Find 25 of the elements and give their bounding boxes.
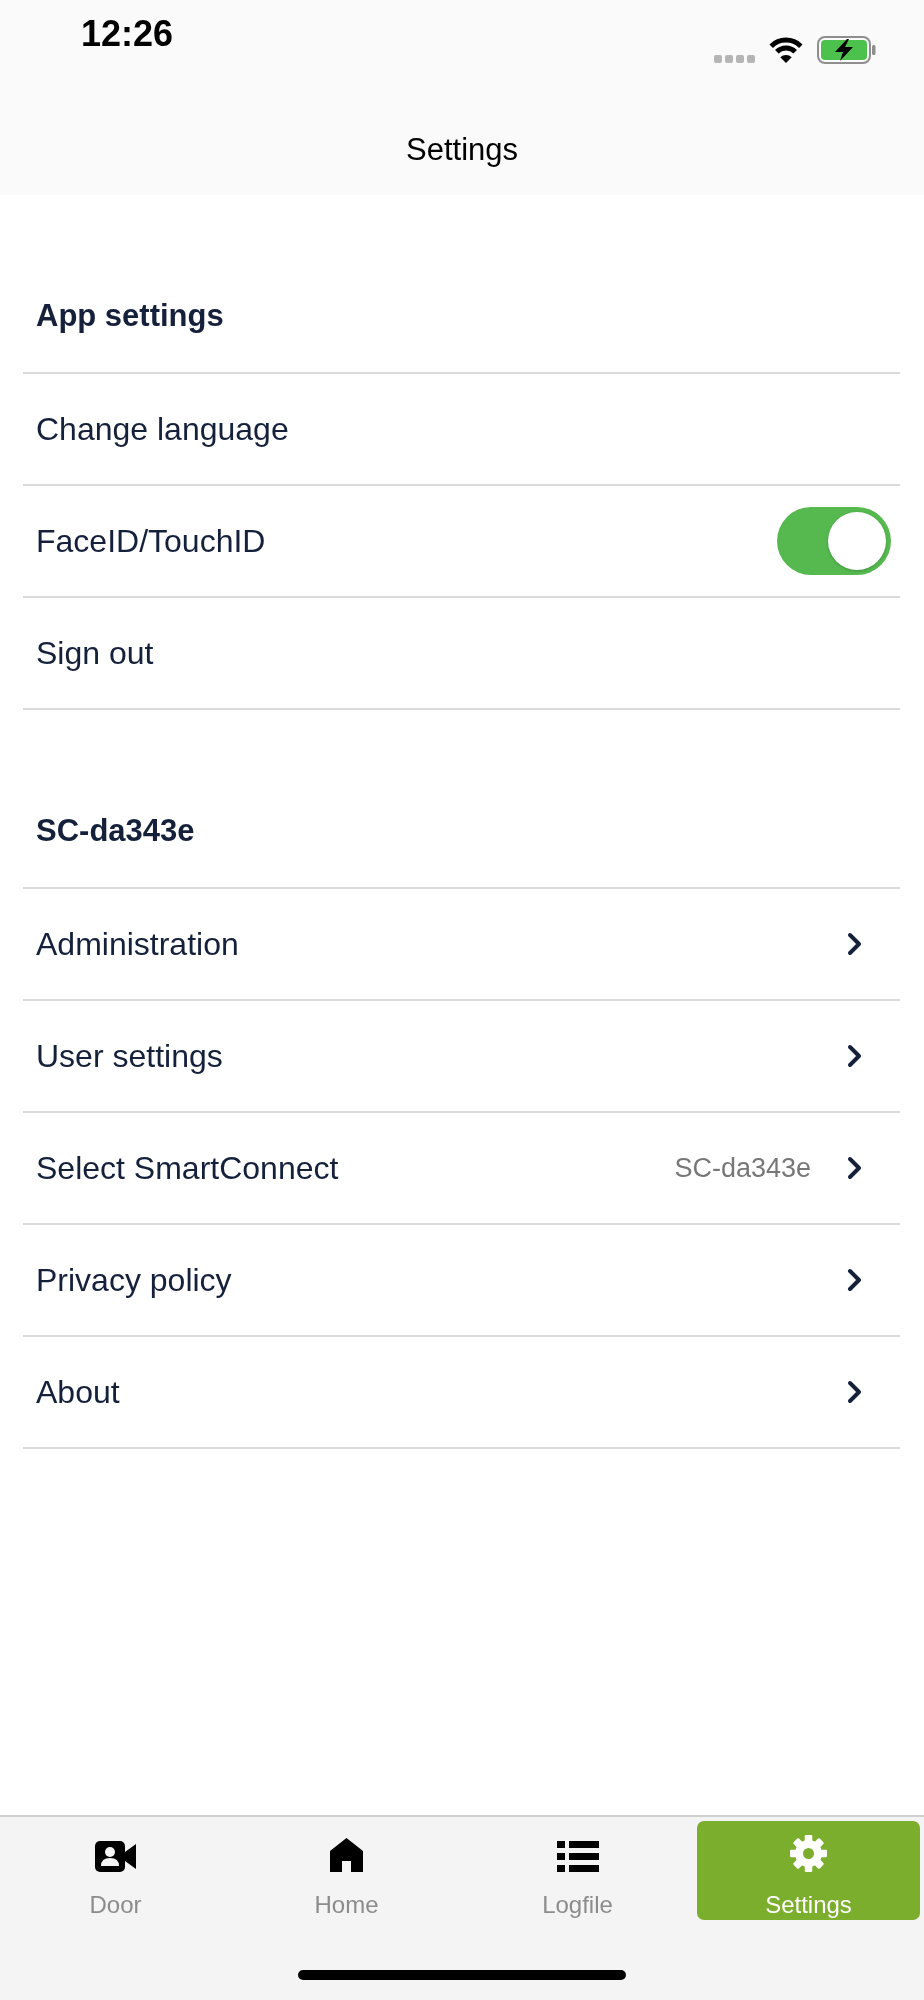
chevron-right-icon bbox=[847, 932, 862, 956]
status-time: 12:26 bbox=[81, 13, 174, 55]
signal-icon bbox=[714, 55, 755, 63]
current-value-text: SC-da343e bbox=[674, 1152, 811, 1185]
menu-item[interactable]: Administration bbox=[23, 889, 900, 999]
menu-item[interactable]: About bbox=[23, 1337, 900, 1447]
battery-charging-icon bbox=[817, 36, 876, 64]
setting-label: FaceID/TouchID bbox=[36, 522, 266, 561]
menu-item[interactable]: Select SmartConnect SC-da343e bbox=[23, 1113, 900, 1223]
menu-item[interactable]: Sign out bbox=[23, 598, 900, 708]
list-icon bbox=[556, 1841, 599, 1872]
home-icon bbox=[330, 1838, 363, 1872]
video-camera-icon bbox=[95, 1841, 136, 1872]
menu-item[interactable]: Change language bbox=[23, 374, 900, 484]
chevron-right-icon bbox=[847, 1380, 862, 1404]
section-title: App settings bbox=[36, 297, 224, 335]
wifi-icon bbox=[769, 37, 803, 63]
chevron-right-icon bbox=[847, 1268, 862, 1292]
section-title: SC-da343e bbox=[36, 812, 195, 850]
gear-icon bbox=[790, 1835, 827, 1872]
menu-item[interactable]: User settings bbox=[23, 1001, 900, 1111]
menu-item[interactable]: Privacy policy bbox=[23, 1225, 900, 1335]
chevron-right-icon bbox=[847, 1156, 862, 1180]
chevron-right-icon bbox=[847, 1044, 862, 1068]
page-title: Settings bbox=[406, 131, 518, 169]
